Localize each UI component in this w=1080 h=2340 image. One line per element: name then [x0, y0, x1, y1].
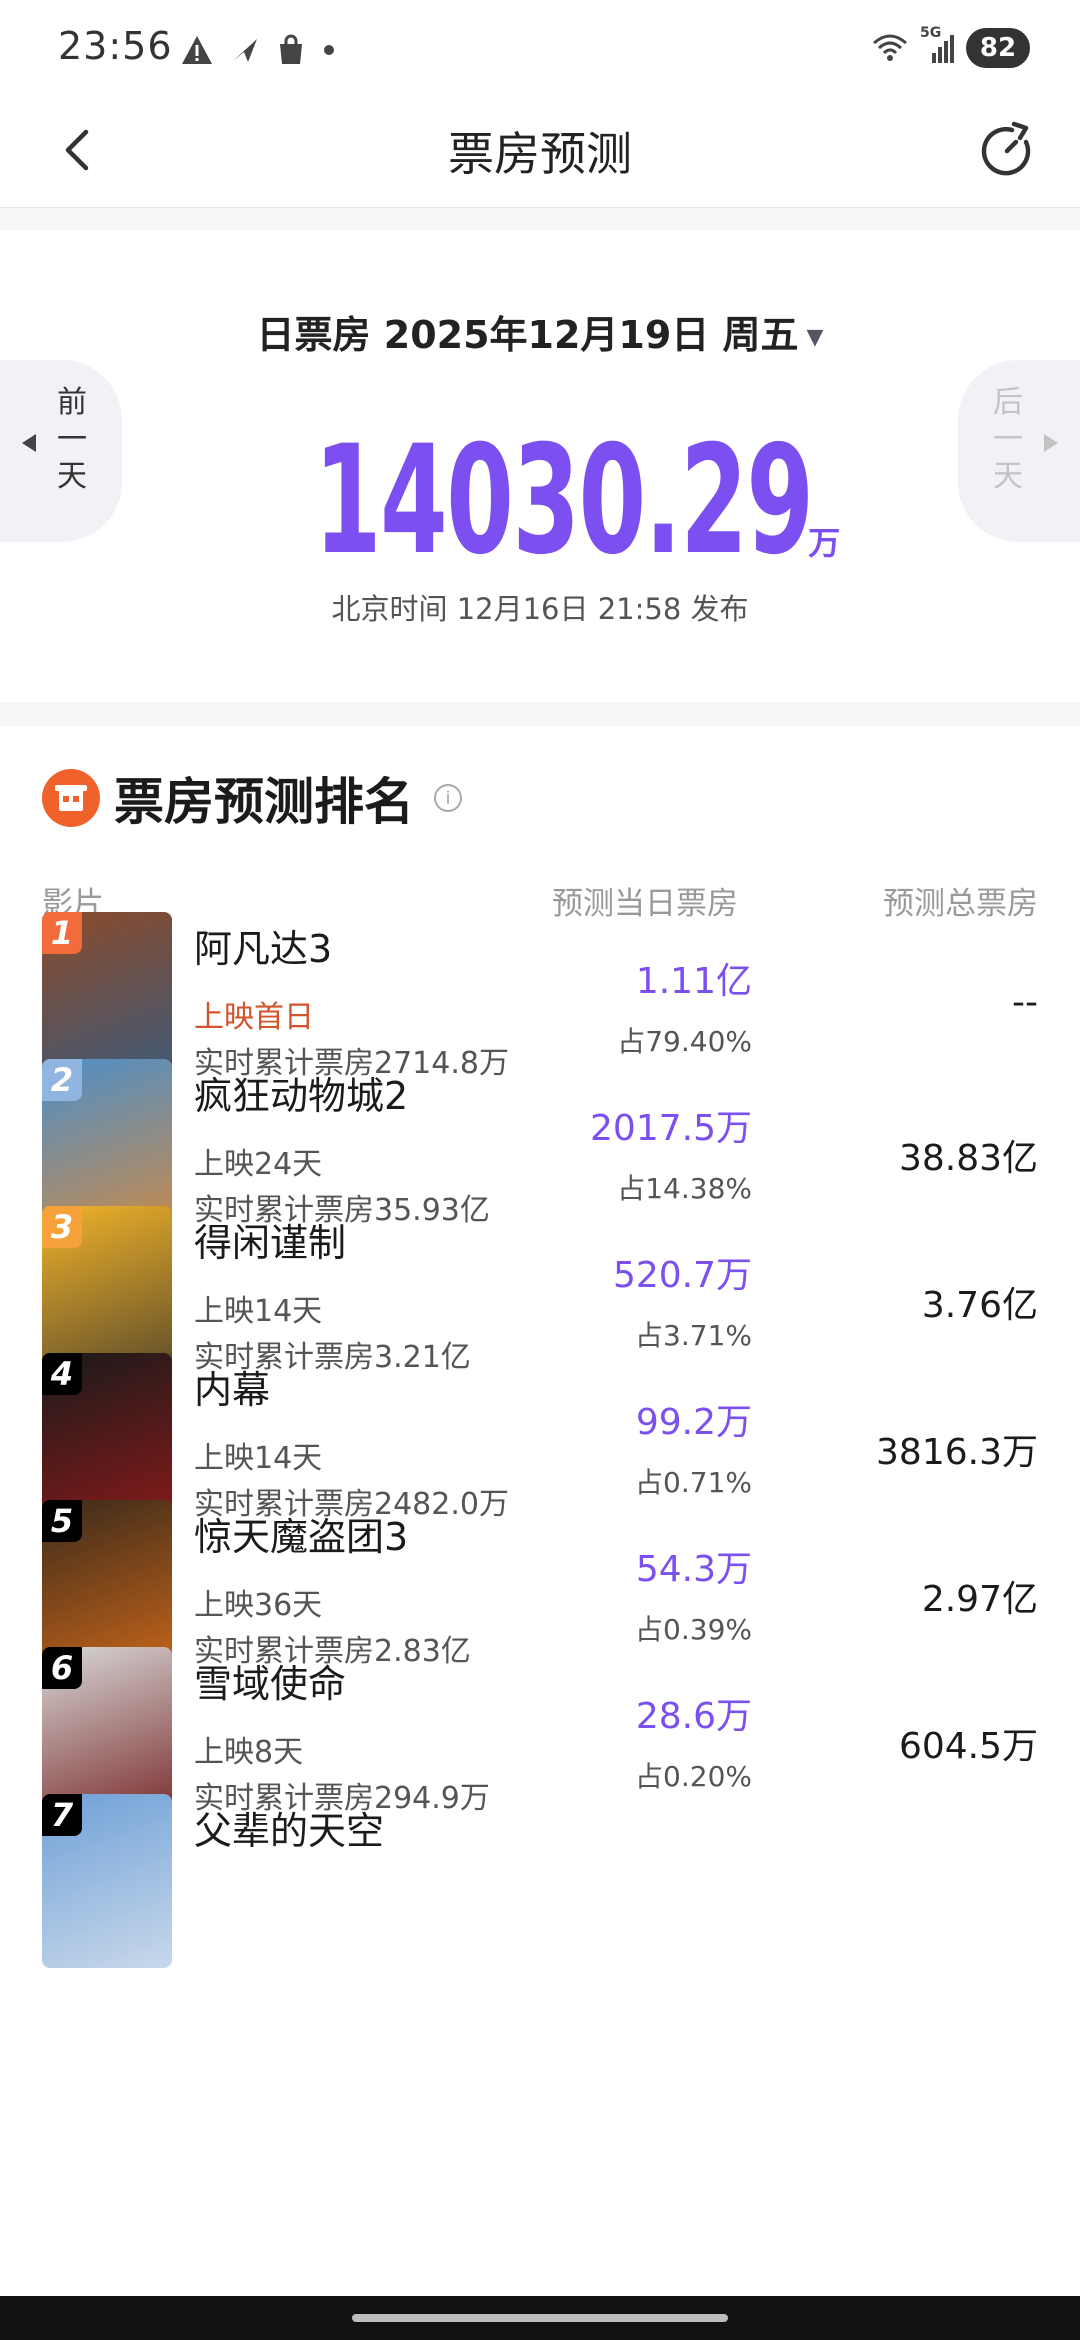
release-days: 上映8天: [194, 1735, 304, 1770]
daily-share: 占0.71%: [635, 1466, 752, 1499]
daily-share: 占79.40%: [617, 1025, 752, 1058]
predicted-daily-box-office: 99.2万: [635, 1402, 752, 1443]
wifi-icon: [873, 34, 907, 61]
predicted-total-box-office: 604.5万: [898, 1726, 1038, 1767]
release-days: 上映14天: [194, 1294, 323, 1329]
film-name: 内幕: [194, 1368, 271, 1412]
signal-icon: 5G: [920, 25, 954, 65]
predicted-daily-box-office: 28.6万: [635, 1696, 752, 1737]
date-selector[interactable]: 日票房 2025年12月19日 周五 ▼: [0, 304, 1080, 359]
rank-badge: 4: [42, 1353, 82, 1395]
page-title: 票房预测: [448, 127, 632, 181]
status-bar: 23:56 5G 82: [0, 0, 1080, 96]
film-name: 得闲谨制: [194, 1221, 347, 1265]
predicted-total-box-office: 2.97亿: [921, 1579, 1038, 1620]
warning-icon: [182, 36, 212, 64]
refresh-icon[interactable]: [976, 120, 1038, 182]
predicted-daily-box-office: 54.3万: [635, 1549, 752, 1590]
daily-share: 占3.71%: [635, 1319, 752, 1352]
predicted-total-box-office: 38.83亿: [898, 1138, 1038, 1179]
film-name: 惊天魔盗团3: [194, 1515, 409, 1559]
dropdown-caret-icon: ▼: [806, 325, 824, 350]
film-name: 父辈的天空: [194, 1809, 385, 1853]
publish-time: 北京时间 12月16日 21:58 发布: [331, 592, 749, 626]
daily-total: 14030.29万: [0, 414, 1080, 588]
film-name: 雪域使命: [194, 1662, 347, 1706]
notification-icons: [180, 30, 336, 70]
predicted-total-box-office: 3816.3万: [876, 1432, 1038, 1473]
release-days: 上映36天: [194, 1588, 323, 1623]
status-time: 23:56: [58, 24, 173, 68]
dot-icon: [324, 45, 334, 55]
daily-total-value: 14030.29: [313, 414, 814, 588]
predicted-total-box-office: --: [1012, 982, 1038, 1023]
predicted-daily-box-office: 2017.5万: [590, 1108, 752, 1149]
daily-total-unit: 万: [808, 524, 841, 562]
battery-indicator: 82: [966, 28, 1030, 68]
predicted-daily-box-office: 520.7万: [612, 1255, 752, 1296]
ticket-logo-icon: [42, 769, 100, 827]
rank-badge: 6: [42, 1647, 82, 1689]
shopping-bag-icon: [280, 34, 302, 64]
ranking-header: 票房预测排名 i: [42, 762, 462, 834]
rank-badge: 3: [42, 1206, 82, 1248]
rank-badge: 2: [42, 1059, 82, 1101]
rank-badge: 7: [42, 1794, 82, 1836]
daily-share: 占14.38%: [617, 1172, 752, 1205]
ranking-title: 票房预测排名: [114, 773, 414, 831]
release-days: 上映24天: [194, 1147, 323, 1182]
daily-share: 占0.20%: [635, 1760, 752, 1793]
gesture-bar: [0, 2296, 1080, 2340]
film-poster[interactable]: 7: [42, 1794, 172, 1968]
daily-summary-card: 日票房 2025年12月19日 周五 ▼ 前一天 后一天 14030.29万 北京…: [0, 230, 1080, 702]
nav-bar: 票房预测: [0, 96, 1080, 208]
release-days: 上映首日: [194, 1000, 314, 1035]
info-icon[interactable]: i: [434, 784, 462, 812]
predicted-daily-box-office: 1.11亿: [635, 961, 752, 1002]
home-indicator[interactable]: [352, 2314, 728, 2322]
rank-badge: 1: [42, 912, 82, 954]
predicted-total-box-office: 3.76亿: [921, 1285, 1038, 1326]
release-days: 上映14天: [194, 1441, 323, 1476]
film-name: 疯狂动物城2: [194, 1074, 409, 1118]
film-row[interactable]: 7 父辈的天空: [0, 1794, 1080, 2014]
daily-share: 占0.39%: [635, 1613, 752, 1646]
date-label: 日票房 2025年12月19日 周五: [256, 313, 799, 357]
system-icons: 5G 82: [872, 25, 1030, 70]
film-name: 阿凡达3: [194, 927, 333, 971]
send-icon: [233, 39, 257, 62]
ranking-section: 票房预测排名 i 影片 预测当日票房 预测总票房 1 阿凡达3 上映首日 实时累计票房…: [0, 726, 1080, 2340]
rank-badge: 5: [42, 1500, 82, 1542]
